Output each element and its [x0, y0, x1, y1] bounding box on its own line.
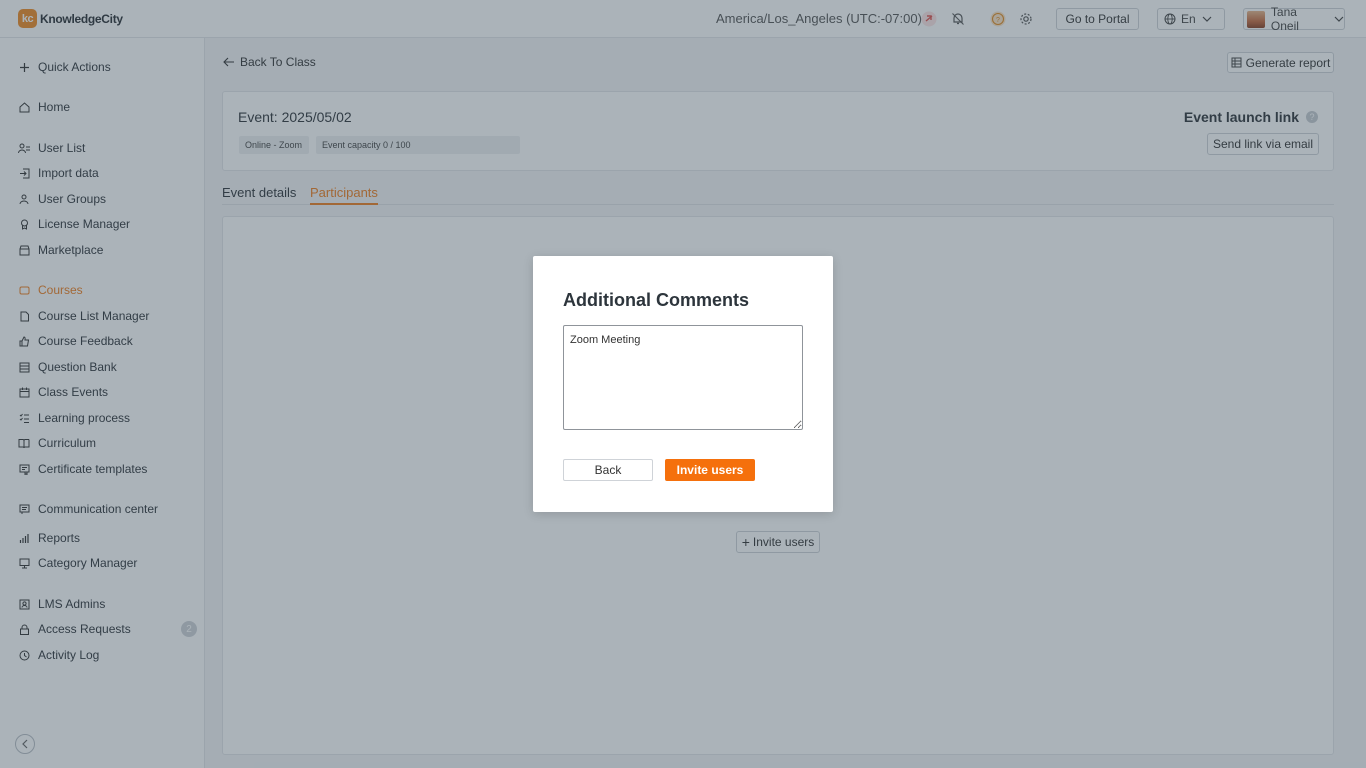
back-button[interactable]: Back — [563, 459, 653, 481]
dialog-title: Additional Comments — [563, 290, 750, 310]
additional-comments-dialog: Additional Comments Zoom Meeting Back In… — [533, 256, 833, 512]
comments-textarea[interactable]: Zoom Meeting — [563, 325, 803, 430]
invite-users-submit-button[interactable]: Invite users — [665, 459, 755, 481]
